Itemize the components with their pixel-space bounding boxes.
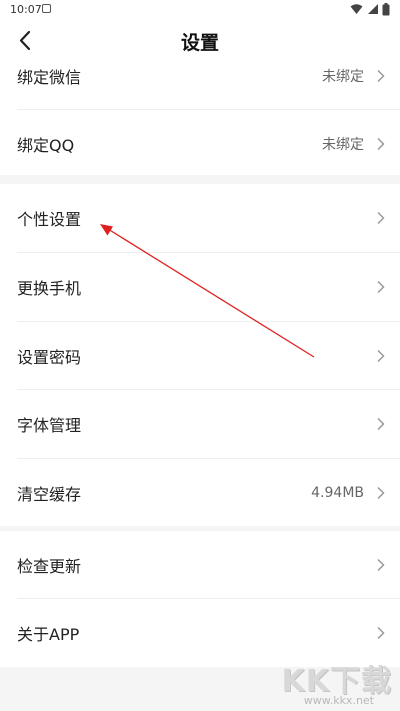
chevron-right-icon [377,280,385,294]
status-icons [350,3,390,16]
battery-icon [382,3,390,16]
row-label: 字体管理 [17,416,82,435]
chevron-right-icon [377,626,385,640]
row-label: 检查更新 [17,557,82,576]
row-set-password[interactable]: 设置密码 [0,322,400,390]
watermark: KK下载 www.kkx.net [274,656,394,708]
row-label: 个性设置 [17,210,82,229]
chevron-right-icon [377,137,385,151]
chevron-right-icon [377,69,385,83]
status-bar: 10:07 [0,0,400,20]
wifi-icon [350,4,363,14]
row-personal-settings[interactable]: 个性设置 [0,184,400,252]
chevron-right-icon [377,349,385,363]
status-time: 10:07 [10,3,42,16]
row-value: 未绑定 [322,69,364,85]
row-label: 关于APP [17,625,80,644]
account-binding-group: 绑定微信 未绑定 绑定QQ 未绑定 [0,62,400,175]
about-group: 检查更新 关于APP [0,531,400,667]
row-change-phone[interactable]: 更换手机 [0,253,400,321]
row-clear-cache[interactable]: 清空缓存 4.94MB [0,459,400,527]
row-check-update[interactable]: 检查更新 [0,531,400,599]
chevron-right-icon [377,486,385,500]
row-value: 未绑定 [322,137,364,153]
chevron-right-icon [377,211,385,225]
row-label: 绑定微信 [17,68,82,87]
cache-size: 4.94MB [311,485,364,501]
row-bind-qq[interactable]: 绑定QQ 未绑定 [0,110,400,178]
signal-icon [367,4,378,14]
chevron-right-icon [377,417,385,431]
notification-icon [42,4,51,13]
row-font-management[interactable]: 字体管理 [0,390,400,458]
row-label: 设置密码 [17,348,82,367]
settings-group: 个性设置 更换手机 设置密码 字体管理 清空缓存 4.94MB [0,184,400,526]
chevron-right-icon [377,558,385,572]
watermark-url: www.kkx.net [303,694,374,707]
row-label: 绑定QQ [17,136,75,155]
row-label: 清空缓存 [17,485,82,504]
row-label: 更换手机 [17,279,82,298]
row-bind-wechat[interactable]: 绑定微信 未绑定 [0,42,400,110]
